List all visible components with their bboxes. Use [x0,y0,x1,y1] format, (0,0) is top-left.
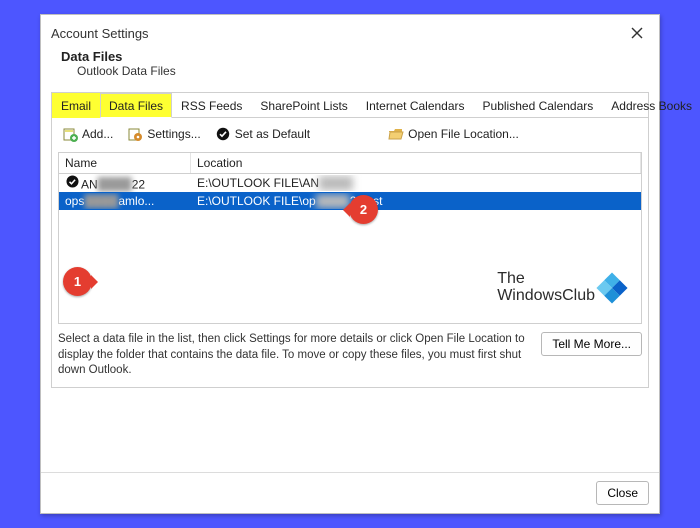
open-file-location-label: Open File Location... [408,127,519,141]
close-button[interactable]: Close [596,481,649,505]
table-header: Name Location [59,153,641,174]
titlebar: Account Settings [41,15,659,45]
content-panel: EmailData FilesRSS FeedsSharePoint Lists… [51,92,649,388]
tab-sharepoint-lists[interactable]: SharePoint Lists [251,93,356,118]
data-files-table: Name Location AN████22E:\OUTLOOK FILE\AN… [58,152,642,324]
section-header: Data Files Outlook Data Files [41,45,659,88]
add-button[interactable]: Add... [58,124,117,144]
tab-address-books[interactable]: Address Books [602,93,700,118]
settings-icon [127,126,143,142]
dialog-footer: Close [41,472,659,513]
settings-label: Settings... [147,127,200,141]
window-title: Account Settings [51,26,149,41]
section-heading: Data Files [61,49,639,64]
tab-internet-calendars[interactable]: Internet Calendars [357,93,474,118]
add-label: Add... [82,127,113,141]
column-header-name[interactable]: Name [59,153,191,173]
hint-text: Select a data file in the list, then cli… [58,332,531,379]
tab-email[interactable]: Email [52,93,100,118]
tell-me-more-button[interactable]: Tell Me More... [541,332,642,356]
open-file-location-button[interactable]: Open File Location... [384,124,523,144]
tab-data-files[interactable]: Data Files [100,93,172,118]
folder-open-icon [388,126,404,142]
set-default-label: Set as Default [235,127,310,141]
callout-1: 1 [63,267,92,296]
tab-published-calendars[interactable]: Published Calendars [474,93,603,118]
default-check-icon [65,175,79,189]
section-subheading: Outlook Data Files [61,64,639,78]
set-default-button[interactable]: Set as Default [211,124,314,144]
account-settings-dialog: Account Settings Data Files Outlook Data… [40,14,660,514]
settings-button[interactable]: Settings... [123,124,204,144]
tabs: EmailData FilesRSS FeedsSharePoint Lists… [52,93,648,118]
table-row[interactable]: AN████22E:\OUTLOOK FILE\AN████ [59,174,641,192]
windowsclub-logo-icon [596,273,627,304]
watermark: The WindowsClub [497,271,623,305]
callout-2: 2 [349,195,378,224]
close-icon[interactable] [625,21,649,45]
add-icon [62,126,78,142]
column-header-location[interactable]: Location [191,153,641,173]
hint-row: Select a data file in the list, then cli… [58,332,642,379]
tab-rss-feeds[interactable]: RSS Feeds [172,93,251,118]
check-circle-icon [215,126,231,142]
toolbar: Add... Settings... Set as Default Open F [52,118,648,150]
